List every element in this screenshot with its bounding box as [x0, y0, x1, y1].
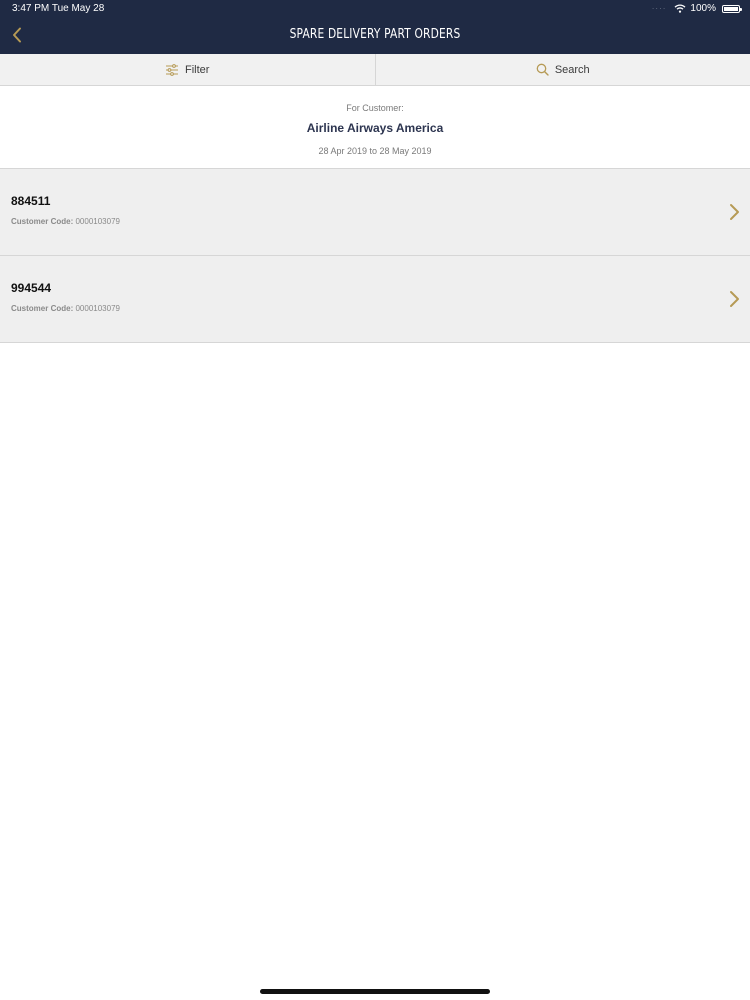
sliders-icon	[166, 63, 179, 76]
battery-icon	[722, 4, 742, 13]
chevron-right-icon	[730, 291, 739, 307]
customer-header: For Customer: Airline Airways America 28…	[0, 86, 750, 169]
customer-code-label: Customer Code:	[11, 217, 74, 226]
wifi-icon	[674, 4, 686, 13]
customer-code-value: 0000103079	[75, 304, 120, 313]
signal-icon: ····	[651, 4, 667, 13]
customer-label: For Customer:	[346, 103, 404, 113]
search-label: Search	[554, 63, 590, 76]
customer-code: Customer Code: 0000103079	[11, 304, 120, 313]
customer-name: Airline Airways America	[306, 121, 444, 135]
order-number: 994544	[11, 281, 52, 295]
order-row[interactable]: 884511 Customer Code: 0000103079	[0, 169, 750, 256]
customer-code-label: Customer Code:	[11, 304, 74, 313]
order-row[interactable]: 994544 Customer Code: 0000103079	[0, 256, 750, 343]
filter-label: Filter	[185, 63, 210, 76]
home-indicator[interactable]	[260, 989, 490, 994]
battery-percent: 100%	[690, 3, 716, 14]
back-button[interactable]	[6, 24, 28, 46]
chevron-left-icon	[13, 27, 21, 43]
status-indicators: ···· 100%	[651, 3, 742, 14]
nav-bar: 3:47 PM Tue May 28 ···· 100% SPARE DELIV…	[0, 0, 750, 54]
filter-button[interactable]: Filter	[0, 54, 375, 85]
status-time: 3:47 PM Tue May 28	[12, 3, 105, 14]
order-number: 884511	[11, 194, 51, 208]
page-title: SPARE DELIVERY PART ORDERS	[289, 27, 461, 42]
search-icon	[536, 63, 549, 76]
chevron-right-icon	[730, 204, 739, 220]
customer-code-value: 0000103079	[75, 217, 120, 226]
customer-code: Customer Code: 0000103079	[11, 217, 120, 226]
date-range: 28 Apr 2019 to 28 May 2019	[318, 146, 432, 156]
search-button[interactable]: Search	[374, 54, 750, 85]
orders-list: 884511 Customer Code: 0000103079 994544 …	[0, 169, 750, 343]
toolbar: Filter Search	[0, 54, 750, 86]
